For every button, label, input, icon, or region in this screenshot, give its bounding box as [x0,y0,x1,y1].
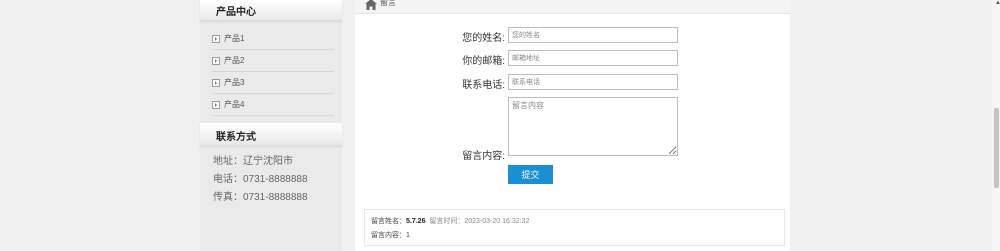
product-item-label: 产品3 [224,78,245,87]
home-icon[interactable] [365,0,377,10]
contact-header: 联系方式 [200,123,342,146]
message-content-value: 1 [406,232,410,239]
scroll-up-arrow-icon[interactable]: ▲ [995,0,1000,6]
main-content: 留言 您的姓名: 你的邮箱: 联系电话: 留言内容: 提交 留言姓名：5.7.2… [355,0,790,251]
product-item-4[interactable]: 产品4 [212,94,334,116]
contact-address: 地址：辽宁沈阳市 [213,156,293,167]
contact-title: 联系方式 [216,132,256,143]
message-entry: 留言姓名：5.7.26 留言时间：2023-03-20 16:32:32 留言内… [364,209,785,246]
page-scrollbar-thumb[interactable] [994,108,999,188]
message-name-label: 留言姓名： [371,218,406,225]
product-item-3[interactable]: 产品3 [212,72,334,94]
phone-label: 联系电话: [462,80,505,91]
product-item-2[interactable]: 产品2 [212,50,334,72]
product-center-header: 产品中心 [200,0,342,21]
name-label: 您的姓名: [462,33,505,44]
contact-phone: 电话：0731-8888888 [213,174,308,185]
submit-button[interactable]: 提交 [508,165,553,184]
square-bullet-icon [212,34,220,43]
square-bullet-icon [212,56,220,65]
square-bullet-icon [212,100,220,109]
message-meta-line: 留言姓名：5.7.26 留言时间：2023-03-20 16:32:32 [371,216,529,226]
product-item-label: 产品2 [224,56,245,65]
message-content-line: 留言内容：1 [371,230,410,240]
square-bullet-icon [212,78,220,87]
content-label: 留言内容: [462,151,505,162]
breadcrumb-current: 留言 [380,0,396,7]
content-textarea[interactable] [508,97,678,156]
email-label: 你的邮箱: [462,56,505,67]
contact-fax: 传真：0731-8888888 [213,192,308,203]
left-sidebar: 产品中心 产品1 产品2 产品3 产品4 联系方式 地址：辽宁沈阳市 电话：07… [200,0,342,251]
message-content-label: 留言内容： [371,232,406,239]
message-time-label: 留言时间： [429,218,465,225]
product-item-1[interactable]: 产品1 [212,28,334,50]
product-center-title: 产品中心 [216,7,256,18]
email-input[interactable] [508,50,678,66]
product-item-label: 产品4 [224,100,245,109]
product-list: 产品1 产品2 产品3 产品4 [212,28,334,116]
contact-info: 地址：辽宁沈阳市 电话：0731-8888888 传真：0731-8888888 [213,153,308,207]
name-input[interactable] [508,27,678,43]
phone-input[interactable] [508,74,678,90]
message-time-value: 2023-03-20 16:32:32 [464,218,530,225]
product-item-label: 产品1 [224,34,245,43]
message-name-value: 5.7.26 [406,218,426,225]
breadcrumb: 留言 [355,0,790,14]
